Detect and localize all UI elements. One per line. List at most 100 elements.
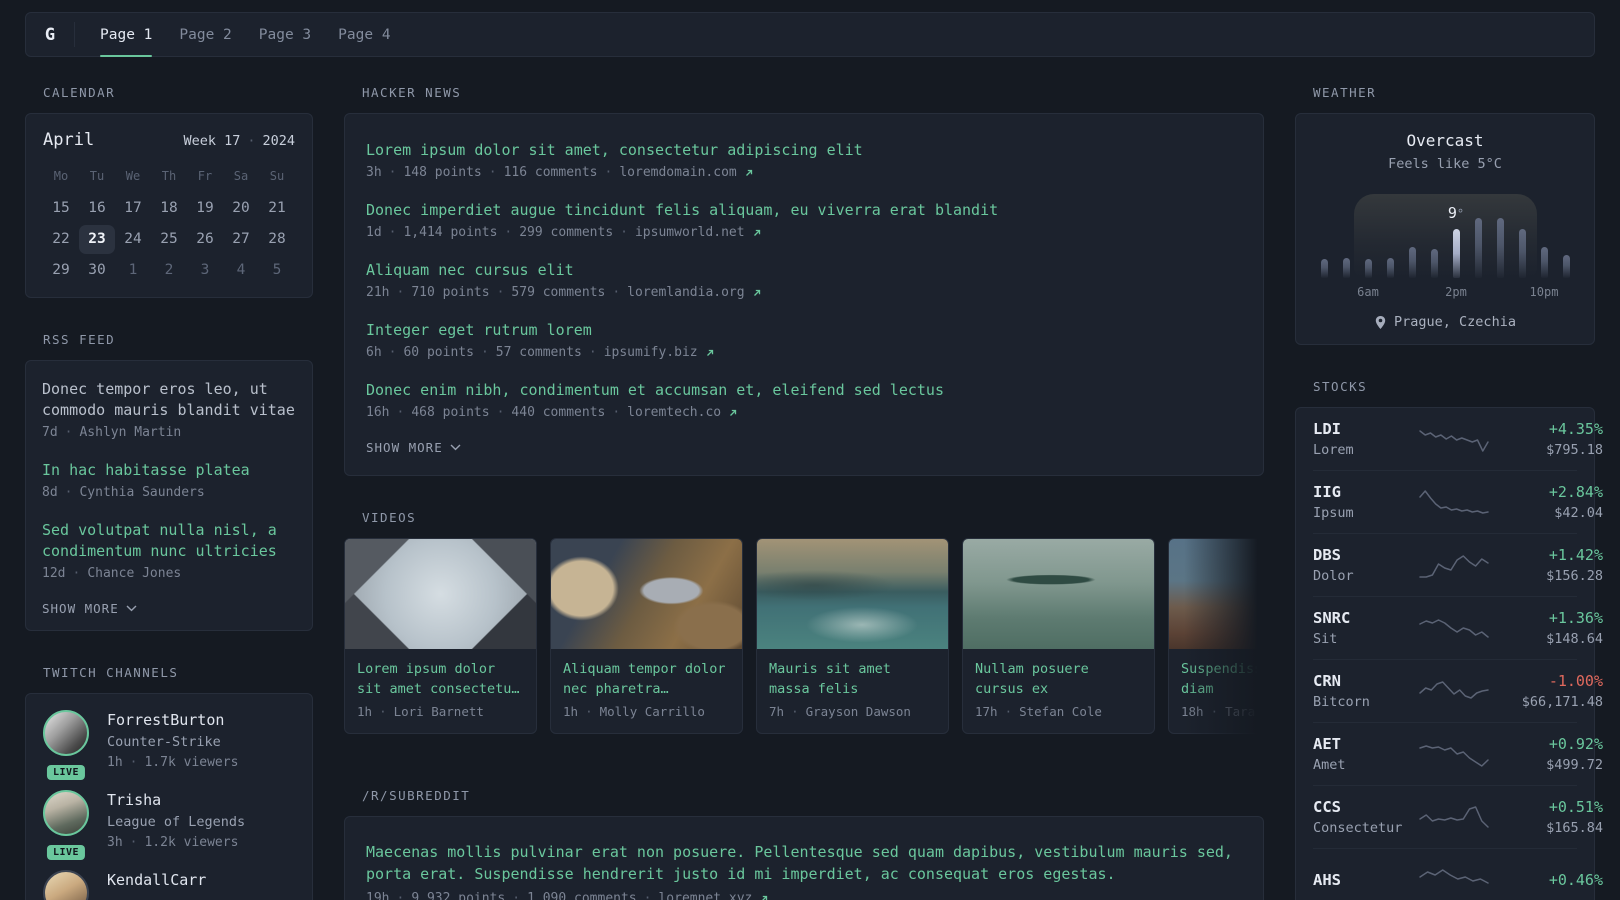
source-domain: loremtech.co (627, 405, 722, 420)
external-link-icon (745, 169, 752, 176)
weather-card: Overcast Feels like 5°C 9° 6am 2pm 10pm Pr… (1295, 113, 1595, 345)
stock-symbol: DBS (1313, 545, 1341, 564)
stock-row[interactable]: DBS Dolor +1.42% $156.28 (1313, 534, 1603, 597)
meta-text: 21h (366, 285, 390, 300)
stock-name: Consectetur (1313, 819, 1403, 836)
external-link-icon (762, 895, 768, 900)
twitch-channel[interactable]: KendallCarr (43, 870, 295, 900)
separator-dot: · (396, 405, 405, 420)
calendar-day: 19 (196, 200, 214, 216)
stock-change: +0.92% (1548, 734, 1603, 753)
separator-dot: · (1004, 704, 1013, 719)
subreddit-post-title[interactable]: Maecenas mollis pulvinar erat non posuer… (366, 841, 1242, 885)
separator-dot: · (612, 405, 621, 420)
rss-item-title[interactable]: Donec tempor eros leo, ut commodo mauris… (42, 379, 296, 421)
rss-item[interactable]: Sed volutpat nulla nisl, a condimentum n… (42, 520, 296, 583)
separator-dot: · (496, 285, 505, 300)
hn-show-more-button[interactable]: SHOW MORE (366, 440, 1242, 455)
stock-row[interactable]: AHS +0.46% (1313, 849, 1603, 900)
stock-sparkline (1419, 681, 1489, 699)
meta-text: Chance Jones (87, 566, 182, 581)
separator-dot: · (64, 425, 73, 440)
stock-sparkline-wrap (1417, 487, 1491, 517)
hn-item-title[interactable]: Donec enim nibh, condimentum et accumsan… (366, 380, 1242, 401)
stock-row[interactable]: CCS Consectetur +0.51% $165.84 (1313, 786, 1603, 849)
hackernews-section: HACKER NEWS Lorem ipsum dolor sit amet, … (344, 85, 1264, 476)
chevron-down-icon (126, 605, 137, 612)
video-card[interactable]: Nullam posuere cursus ex 17h · Stefan Cole (962, 538, 1155, 734)
video-title[interactable]: Aliquam tempor dolor nec pharetra… (563, 659, 730, 699)
video-title[interactable]: Lorem ipsum dolor sit amet consectetu… (357, 659, 524, 699)
stock-info: CCS Consectetur (1313, 798, 1417, 837)
calendar-day: 21 (268, 200, 286, 216)
twitch-avatar-wrap: LIVE (43, 790, 91, 860)
hn-item-title[interactable]: Lorem ipsum dolor sit amet, consectetur … (366, 140, 1242, 161)
twitch-avatar-wrap: LIVE (43, 710, 91, 780)
tab-page-4[interactable]: Page 4 (338, 13, 390, 56)
rss-item[interactable]: Donec tempor eros leo, ut commodo mauris… (42, 379, 296, 442)
meta-text: 12d (42, 566, 66, 581)
video-card[interactable]: Aliquam tempor dolor nec pharetra… 1h · Mol… (550, 538, 743, 734)
twitch-channel[interactable]: LIVE ForrestBurton Counter-Strike 1h · 1.7k v… (43, 710, 295, 780)
twitch-channel[interactable]: LIVE Trisha League of Legends 3h · 1.2k viewe… (43, 790, 295, 860)
meta-text: 148 points (403, 165, 482, 180)
stock-row[interactable]: CRN Bitcorn -1.00% $66,171.48 (1313, 660, 1603, 723)
meta-text: 1,414 points (403, 225, 498, 240)
right-column: WEATHER Overcast Feels like 5°C 9° 6am 2p… (1295, 85, 1603, 900)
tab-page-2[interactable]: Page 2 (179, 13, 231, 56)
rss-item-title[interactable]: Sed volutpat nulla nisl, a condimentum n… (42, 520, 296, 562)
video-card[interactable]: Mauris sit amet massa felis 7h · Grayson Da… (756, 538, 949, 734)
stock-price: $795.18 (1546, 441, 1603, 458)
stock-row[interactable]: LDI Lorem +4.35% $795.18 (1313, 408, 1603, 471)
stock-row[interactable]: IIG Ipsum +2.84% $42.04 (1313, 471, 1603, 534)
rss-item[interactable]: In hac habitasse platea 8d · Cynthia Saunde… (42, 460, 296, 502)
meta-text: 1.7k viewers (144, 755, 239, 770)
videos-carousel[interactable]: Lorem ipsum dolor sit amet consectetu… 1h… (344, 538, 1264, 734)
stock-info: AET Amet (1313, 735, 1417, 774)
weather-bar (1364, 259, 1372, 278)
meta-text: 57 comments (495, 345, 582, 360)
meta-text: 16h (366, 405, 390, 420)
video-card[interactable]: Suspendisse diam 18h · Tara (1168, 538, 1264, 734)
meta-text: 440 comments (511, 405, 606, 420)
hn-item-title[interactable]: Aliquam nec cursus elit (366, 260, 1242, 281)
hn-item-title[interactable]: Integer eget rutrum lorem (366, 320, 1242, 341)
separator-dot: · (388, 225, 397, 240)
rss-card: Donec tempor eros leo, ut commodo mauris… (25, 360, 313, 631)
meta-text: 3h (107, 835, 123, 850)
stock-row[interactable]: AET Amet +0.92% $499.72 (1313, 723, 1603, 786)
stock-name: Lorem (1313, 441, 1354, 458)
stock-info: LDI Lorem (1313, 420, 1417, 459)
hn-item-title[interactable]: Donec imperdiet augue tincidunt felis al… (366, 200, 1242, 221)
video-title[interactable]: Nullam posuere cursus ex (975, 659, 1142, 699)
video-card-body: Aliquam tempor dolor nec pharetra… 1h · Mol… (551, 649, 742, 733)
stock-change: +4.35% (1548, 419, 1603, 438)
dashboard-page: G Page 1 Page 2 Page 3 Page 4 CALENDAR Apri… (0, 0, 1620, 900)
calendar-grid: Mo Tu We Th Fr Sa Su 15 16 17 18 19 20 21 22 23 24 25 26 27… (43, 166, 295, 285)
meta-text: 7d (42, 425, 58, 440)
external-link-icon (730, 409, 737, 416)
rss-show-more-button[interactable]: SHOW MORE (42, 601, 296, 616)
separator-dot: · (496, 405, 505, 420)
separator-dot: · (512, 891, 521, 900)
video-thumbnail (757, 539, 948, 649)
nav-divider (74, 22, 75, 47)
stock-symbol: CCS (1313, 797, 1341, 816)
subreddit-card: Maecenas mollis pulvinar erat non posuer… (344, 816, 1264, 900)
rss-item-title[interactable]: In hac habitasse platea (42, 460, 296, 481)
stock-values: +4.35% $795.18 (1491, 420, 1603, 459)
video-thumbnail (345, 539, 536, 649)
stock-info: DBS Dolor (1313, 546, 1417, 585)
stock-sparkline-wrap (1417, 676, 1491, 706)
tab-page-3[interactable]: Page 3 (259, 13, 311, 56)
video-thumbnail (1169, 539, 1264, 649)
video-title[interactable]: Suspendisse diam (1181, 659, 1264, 699)
video-card[interactable]: Lorem ipsum dolor sit amet consectetu… 1h… (344, 538, 537, 734)
tab-page-1[interactable]: Page 1 (100, 13, 153, 57)
video-title[interactable]: Mauris sit amet massa felis (769, 659, 936, 699)
video-meta: 1h · Lori Barnett (357, 703, 524, 721)
page-tabs: Page 1 Page 2 Page 3 Page 4 (100, 13, 391, 57)
live-badge: LIVE (46, 765, 86, 780)
stock-row[interactable]: SNRC Sit +1.36% $148.64 (1313, 597, 1603, 660)
stock-values: +1.42% $156.28 (1491, 546, 1603, 585)
